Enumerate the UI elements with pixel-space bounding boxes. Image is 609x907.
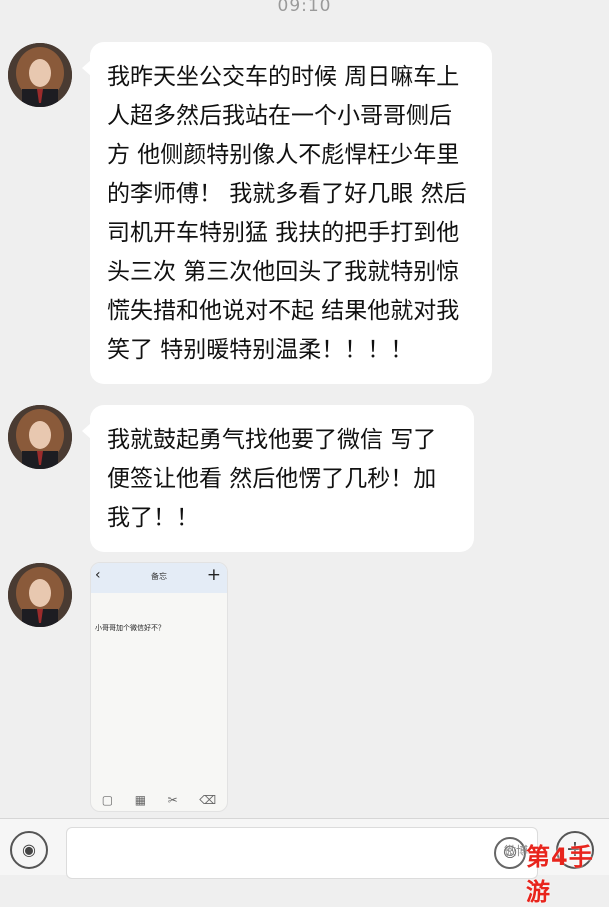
plus-icon: + bbox=[206, 565, 221, 585]
image-message-thumbnail[interactable]: ‹ 备忘 + 小哥哥加个微信好不？ ▢ ▦ ✂ ⌫ bbox=[90, 562, 228, 812]
message-input[interactable] bbox=[66, 827, 538, 879]
weibo-watermark: 微博 bbox=[504, 844, 529, 858]
checklist-icon: ▢ bbox=[101, 793, 114, 807]
message-bubble[interactable]: 我就鼓起勇气找他要了微信 写了便签让他看 然后他愣了几秒！加我了！！ bbox=[82, 405, 474, 552]
voice-icon[interactable]: ◉ bbox=[10, 831, 48, 869]
avatar[interactable] bbox=[8, 43, 72, 107]
message-bubble[interactable]: 我昨天坐公交车的时候 周日嘛车上人超多然后我站在一个小哥哥侧后方 他侧颜特别像人… bbox=[82, 42, 492, 384]
thumbnail-nav-bar: ‹ 备忘 + bbox=[91, 563, 227, 593]
message-text: 我昨天坐公交车的时候 周日嘛车上人超多然后我站在一个小哥哥侧后方 他侧颜特别像人… bbox=[107, 64, 467, 363]
scissors-icon: ✂ bbox=[167, 793, 178, 807]
avatar[interactable] bbox=[8, 405, 72, 469]
delete-icon: ⌫ bbox=[199, 793, 217, 807]
status-bar-time: 09:10 bbox=[277, 0, 332, 16]
message-text: 我就鼓起勇气找他要了微信 写了便签让他看 然后他愣了几秒！加我了！！ bbox=[107, 427, 437, 531]
thumbnail-toolbar: ▢ ▦ ✂ ⌫ bbox=[91, 793, 227, 807]
thumbnail-note-text: 小哥哥加个微信好不？ bbox=[95, 624, 165, 632]
avatar[interactable] bbox=[8, 563, 72, 627]
image-icon: ▦ bbox=[134, 793, 147, 807]
site-logo-watermark: 第4手游 bbox=[526, 843, 594, 906]
